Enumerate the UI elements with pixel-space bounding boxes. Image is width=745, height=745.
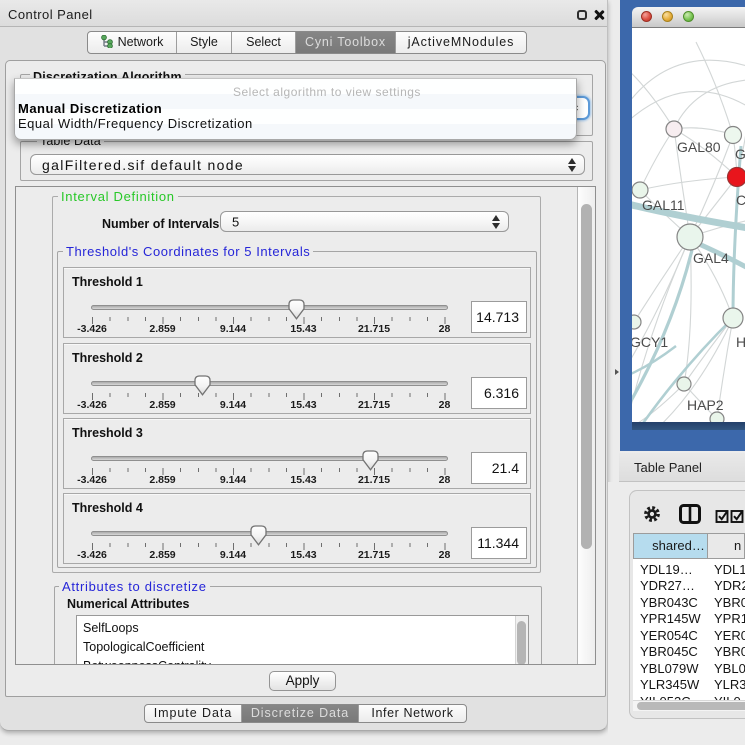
svg-text:GA: GA — [735, 146, 745, 162]
svg-text:GAL80: GAL80 — [677, 139, 721, 155]
svg-text:GAL11: GAL11 — [642, 197, 685, 213]
svg-text:GAL4: GAL4 — [693, 250, 729, 266]
svg-text:H: H — [736, 334, 745, 350]
svg-text:HAP2: HAP2 — [687, 397, 724, 413]
svg-text:C: C — [736, 192, 745, 208]
svg-text:GCY1: GCY1 — [632, 334, 668, 350]
